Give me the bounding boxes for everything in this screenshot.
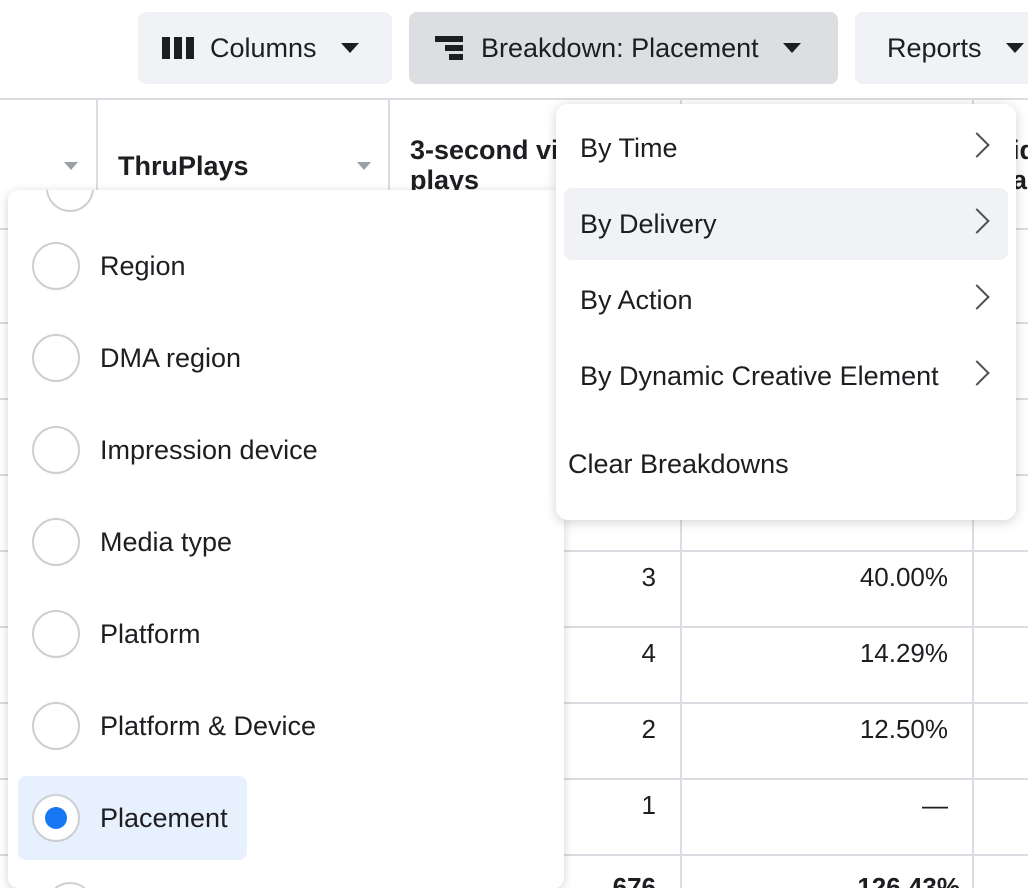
option-platform[interactable]: Platform	[18, 592, 247, 676]
menu-item-by-dynamic-creative-element[interactable]: By Dynamic Creative Element	[564, 340, 1008, 412]
columns-button[interactable]: Columns	[138, 12, 392, 84]
cell-rate-total: 126.43%	[857, 872, 960, 888]
breakdown-options-panel: Region DMA region Impression device Medi…	[8, 190, 564, 888]
breakdown-icon	[433, 35, 467, 61]
column-header-3-second-video-plays[interactable]: 3-second vi	[410, 134, 559, 166]
column-header-thruplays[interactable]: ThruPlays	[118, 150, 249, 182]
cell-rate: 12.50%	[859, 714, 948, 744]
toolbar: Columns Breakdown: Placement Reports	[0, 0, 1028, 100]
cell-rate: —	[922, 790, 948, 820]
breakdown-menu: By Time By Delivery By Action By Dynamic…	[556, 104, 1016, 520]
menu-item-label: By Action	[580, 284, 693, 315]
menu-item-label: By Time	[580, 132, 678, 163]
chevron-right-icon	[964, 208, 990, 234]
breakdown-label: Breakdown: Placement	[481, 32, 759, 63]
radio-button-selected[interactable]	[32, 794, 80, 842]
radio-button[interactable]	[46, 190, 94, 212]
option-impression-device[interactable]: Impression device	[18, 408, 318, 492]
reports-button[interactable]: Reports	[855, 12, 1028, 84]
radio-button[interactable]	[46, 882, 94, 888]
clear-breakdowns-button[interactable]: Clear Breakdowns	[556, 428, 1000, 500]
menu-item-by-delivery[interactable]: By Delivery	[564, 188, 1008, 260]
chevron-down-icon	[782, 43, 801, 53]
option-label: Media type	[100, 526, 233, 557]
breakdown-button[interactable]: Breakdown: Placement	[409, 12, 838, 84]
chevron-right-icon	[964, 284, 990, 310]
cell-rate: 40.00%	[859, 562, 948, 592]
clear-breakdowns-label: Clear Breakdowns	[568, 448, 789, 479]
cell-count: 2	[641, 714, 656, 744]
option-label: DMA region	[100, 342, 242, 373]
option-media-type[interactable]: Media type	[18, 500, 247, 584]
sort-icon[interactable]	[64, 162, 78, 170]
option-label: Impression device	[100, 434, 318, 465]
cell-count: 3	[641, 562, 656, 592]
menu-item-by-time[interactable]: By Time	[564, 112, 1008, 184]
chevron-right-icon	[964, 360, 990, 386]
option-label: Platform & Device	[100, 710, 317, 741]
radio-button[interactable]	[32, 610, 80, 658]
cell-count: 4	[641, 638, 656, 668]
radio-button[interactable]	[32, 242, 80, 290]
sort-icon[interactable]	[357, 162, 371, 170]
cell-count: 1	[641, 790, 656, 820]
option-dma-region[interactable]: DMA region	[18, 316, 247, 400]
option-region[interactable]: Region	[18, 224, 247, 308]
menu-item-by-action[interactable]: By Action	[564, 264, 1008, 336]
columns-label: Columns	[210, 32, 317, 63]
cell-count-total: 676	[612, 872, 656, 888]
radio-button[interactable]	[32, 518, 80, 566]
option-placement[interactable]: Placement	[18, 776, 247, 860]
option-label: Placement	[100, 802, 228, 833]
reports-label: Reports	[887, 32, 982, 63]
cell-rate: 14.29%	[859, 638, 948, 668]
menu-item-label: By Delivery	[580, 208, 717, 239]
chevron-down-icon	[1005, 43, 1024, 53]
radio-button[interactable]	[32, 426, 80, 474]
menu-item-label: By Dynamic Creative Element	[580, 360, 939, 391]
chevron-right-icon	[964, 132, 990, 158]
option-label: Platform	[100, 618, 201, 649]
chevron-down-icon	[340, 43, 359, 53]
option-platform-and-device[interactable]: Platform & Device	[18, 684, 316, 768]
columns-icon	[162, 35, 196, 61]
radio-button[interactable]	[32, 702, 80, 750]
option-label: Region	[100, 250, 186, 281]
radio-button[interactable]	[32, 334, 80, 382]
